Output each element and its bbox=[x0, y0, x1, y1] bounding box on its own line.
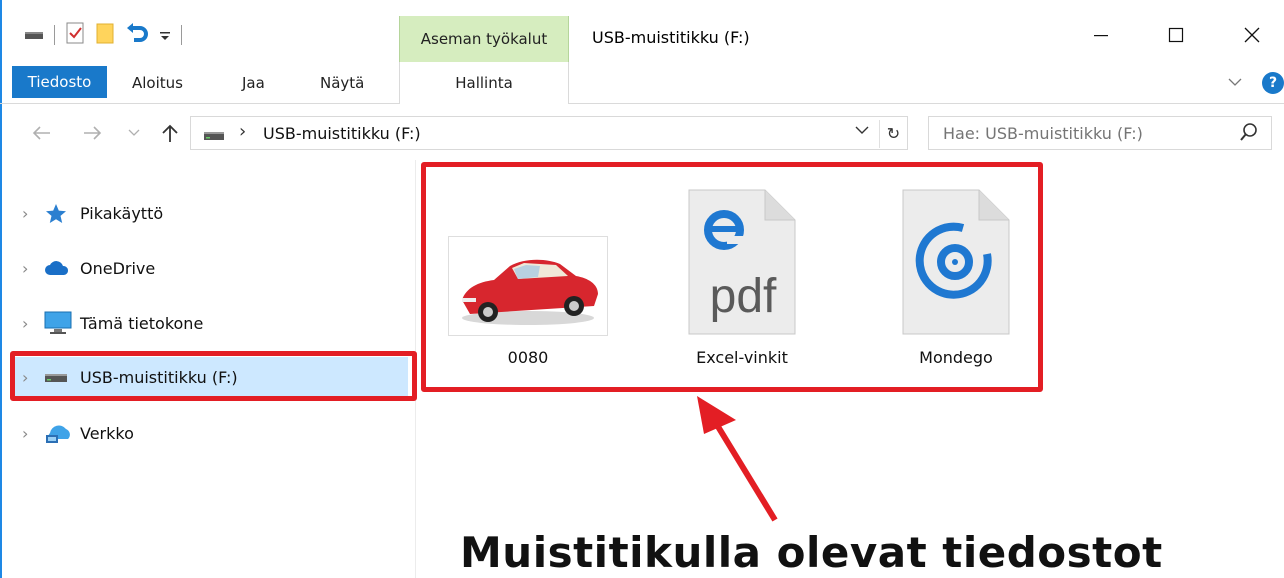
tab-share[interactable]: Jaa bbox=[242, 62, 265, 104]
search-box[interactable] bbox=[928, 116, 1272, 150]
ribbon-tabs: Tiedosto Aloitus Jaa Näytä Hallinta ? bbox=[0, 62, 1284, 104]
minimize-button[interactable] bbox=[1081, 18, 1121, 52]
help-button[interactable]: ? bbox=[1262, 72, 1284, 94]
title-bar: Aseman työkalut USB-muistitikku (F:) bbox=[0, 0, 1284, 62]
expand-chevron-icon[interactable]: › bbox=[12, 204, 44, 223]
edge-pdf-icon: pdf bbox=[652, 186, 832, 336]
properties-icon[interactable] bbox=[65, 22, 85, 48]
file-item[interactable]: pdf Excel-vinkit bbox=[652, 186, 832, 367]
expand-chevron-icon[interactable]: › bbox=[12, 424, 44, 443]
refresh-icon[interactable]: ↻ bbox=[879, 120, 907, 148]
drive-icon bbox=[24, 26, 44, 45]
network-icon bbox=[44, 421, 80, 445]
toolbar-separator bbox=[181, 25, 182, 45]
undo-icon[interactable] bbox=[125, 22, 149, 48]
file-name[interactable]: Excel-vinkit bbox=[652, 348, 832, 367]
drive-icon bbox=[203, 127, 225, 146]
forward-button[interactable] bbox=[78, 118, 108, 148]
computer-icon bbox=[44, 311, 80, 335]
tab-home[interactable]: Aloitus bbox=[132, 62, 183, 104]
highlight-box-nav bbox=[10, 351, 417, 401]
nav-item-network[interactable]: › Verkko bbox=[12, 414, 408, 452]
toolbar-separator bbox=[54, 25, 55, 45]
tab-file[interactable]: Tiedosto bbox=[12, 66, 107, 98]
address-dropdown-icon[interactable] bbox=[855, 121, 869, 140]
window-title: USB-muistitikku (F:) bbox=[592, 28, 750, 47]
new-folder-icon[interactable] bbox=[95, 22, 115, 48]
nav-item-this-pc[interactable]: › Tämä tietokone bbox=[12, 304, 408, 342]
contextual-tab-group: Aseman työkalut bbox=[399, 16, 569, 62]
nav-item-quick-access[interactable]: › Pikakäyttö bbox=[12, 194, 408, 232]
car-photo-thumbnail bbox=[438, 186, 618, 336]
cloud-icon bbox=[44, 259, 80, 277]
tab-view[interactable]: Näytä bbox=[320, 62, 364, 104]
address-bar[interactable]: › USB-muistitikku (F:) ↻ bbox=[190, 116, 908, 150]
groove-music-icon bbox=[866, 186, 1046, 336]
star-icon bbox=[44, 202, 80, 224]
breadcrumb[interactable]: USB-muistitikku (F:) bbox=[263, 124, 421, 143]
search-icon[interactable] bbox=[1239, 122, 1259, 146]
recent-locations-icon[interactable] bbox=[124, 118, 144, 148]
file-name[interactable]: Mondego bbox=[866, 348, 1046, 367]
ribbon-expand-icon[interactable] bbox=[1228, 76, 1242, 91]
file-name[interactable]: 0080 bbox=[438, 348, 618, 367]
expand-chevron-icon[interactable]: › bbox=[12, 259, 44, 278]
file-item[interactable]: Mondego bbox=[866, 186, 1046, 367]
maximize-button[interactable] bbox=[1156, 18, 1196, 52]
search-input[interactable] bbox=[943, 118, 1233, 148]
nav-item-onedrive[interactable]: › OneDrive bbox=[12, 249, 408, 287]
address-row: › USB-muistitikku (F:) ↻ bbox=[0, 112, 1284, 156]
breadcrumb-chevron-icon[interactable]: › bbox=[239, 121, 246, 142]
svg-text:pdf: pdf bbox=[710, 270, 777, 323]
close-button[interactable] bbox=[1232, 18, 1272, 52]
back-button[interactable] bbox=[26, 118, 56, 148]
tab-manage[interactable]: Hallinta bbox=[399, 62, 569, 104]
up-button[interactable] bbox=[156, 118, 184, 148]
quick-access-toolbar bbox=[24, 22, 182, 48]
expand-chevron-icon[interactable]: › bbox=[12, 314, 44, 333]
annotation-caption: Muistitikulla olevat tiedostot bbox=[460, 528, 1163, 577]
customize-toolbar-icon[interactable] bbox=[159, 26, 171, 45]
file-item[interactable]: 0080 bbox=[438, 186, 618, 367]
